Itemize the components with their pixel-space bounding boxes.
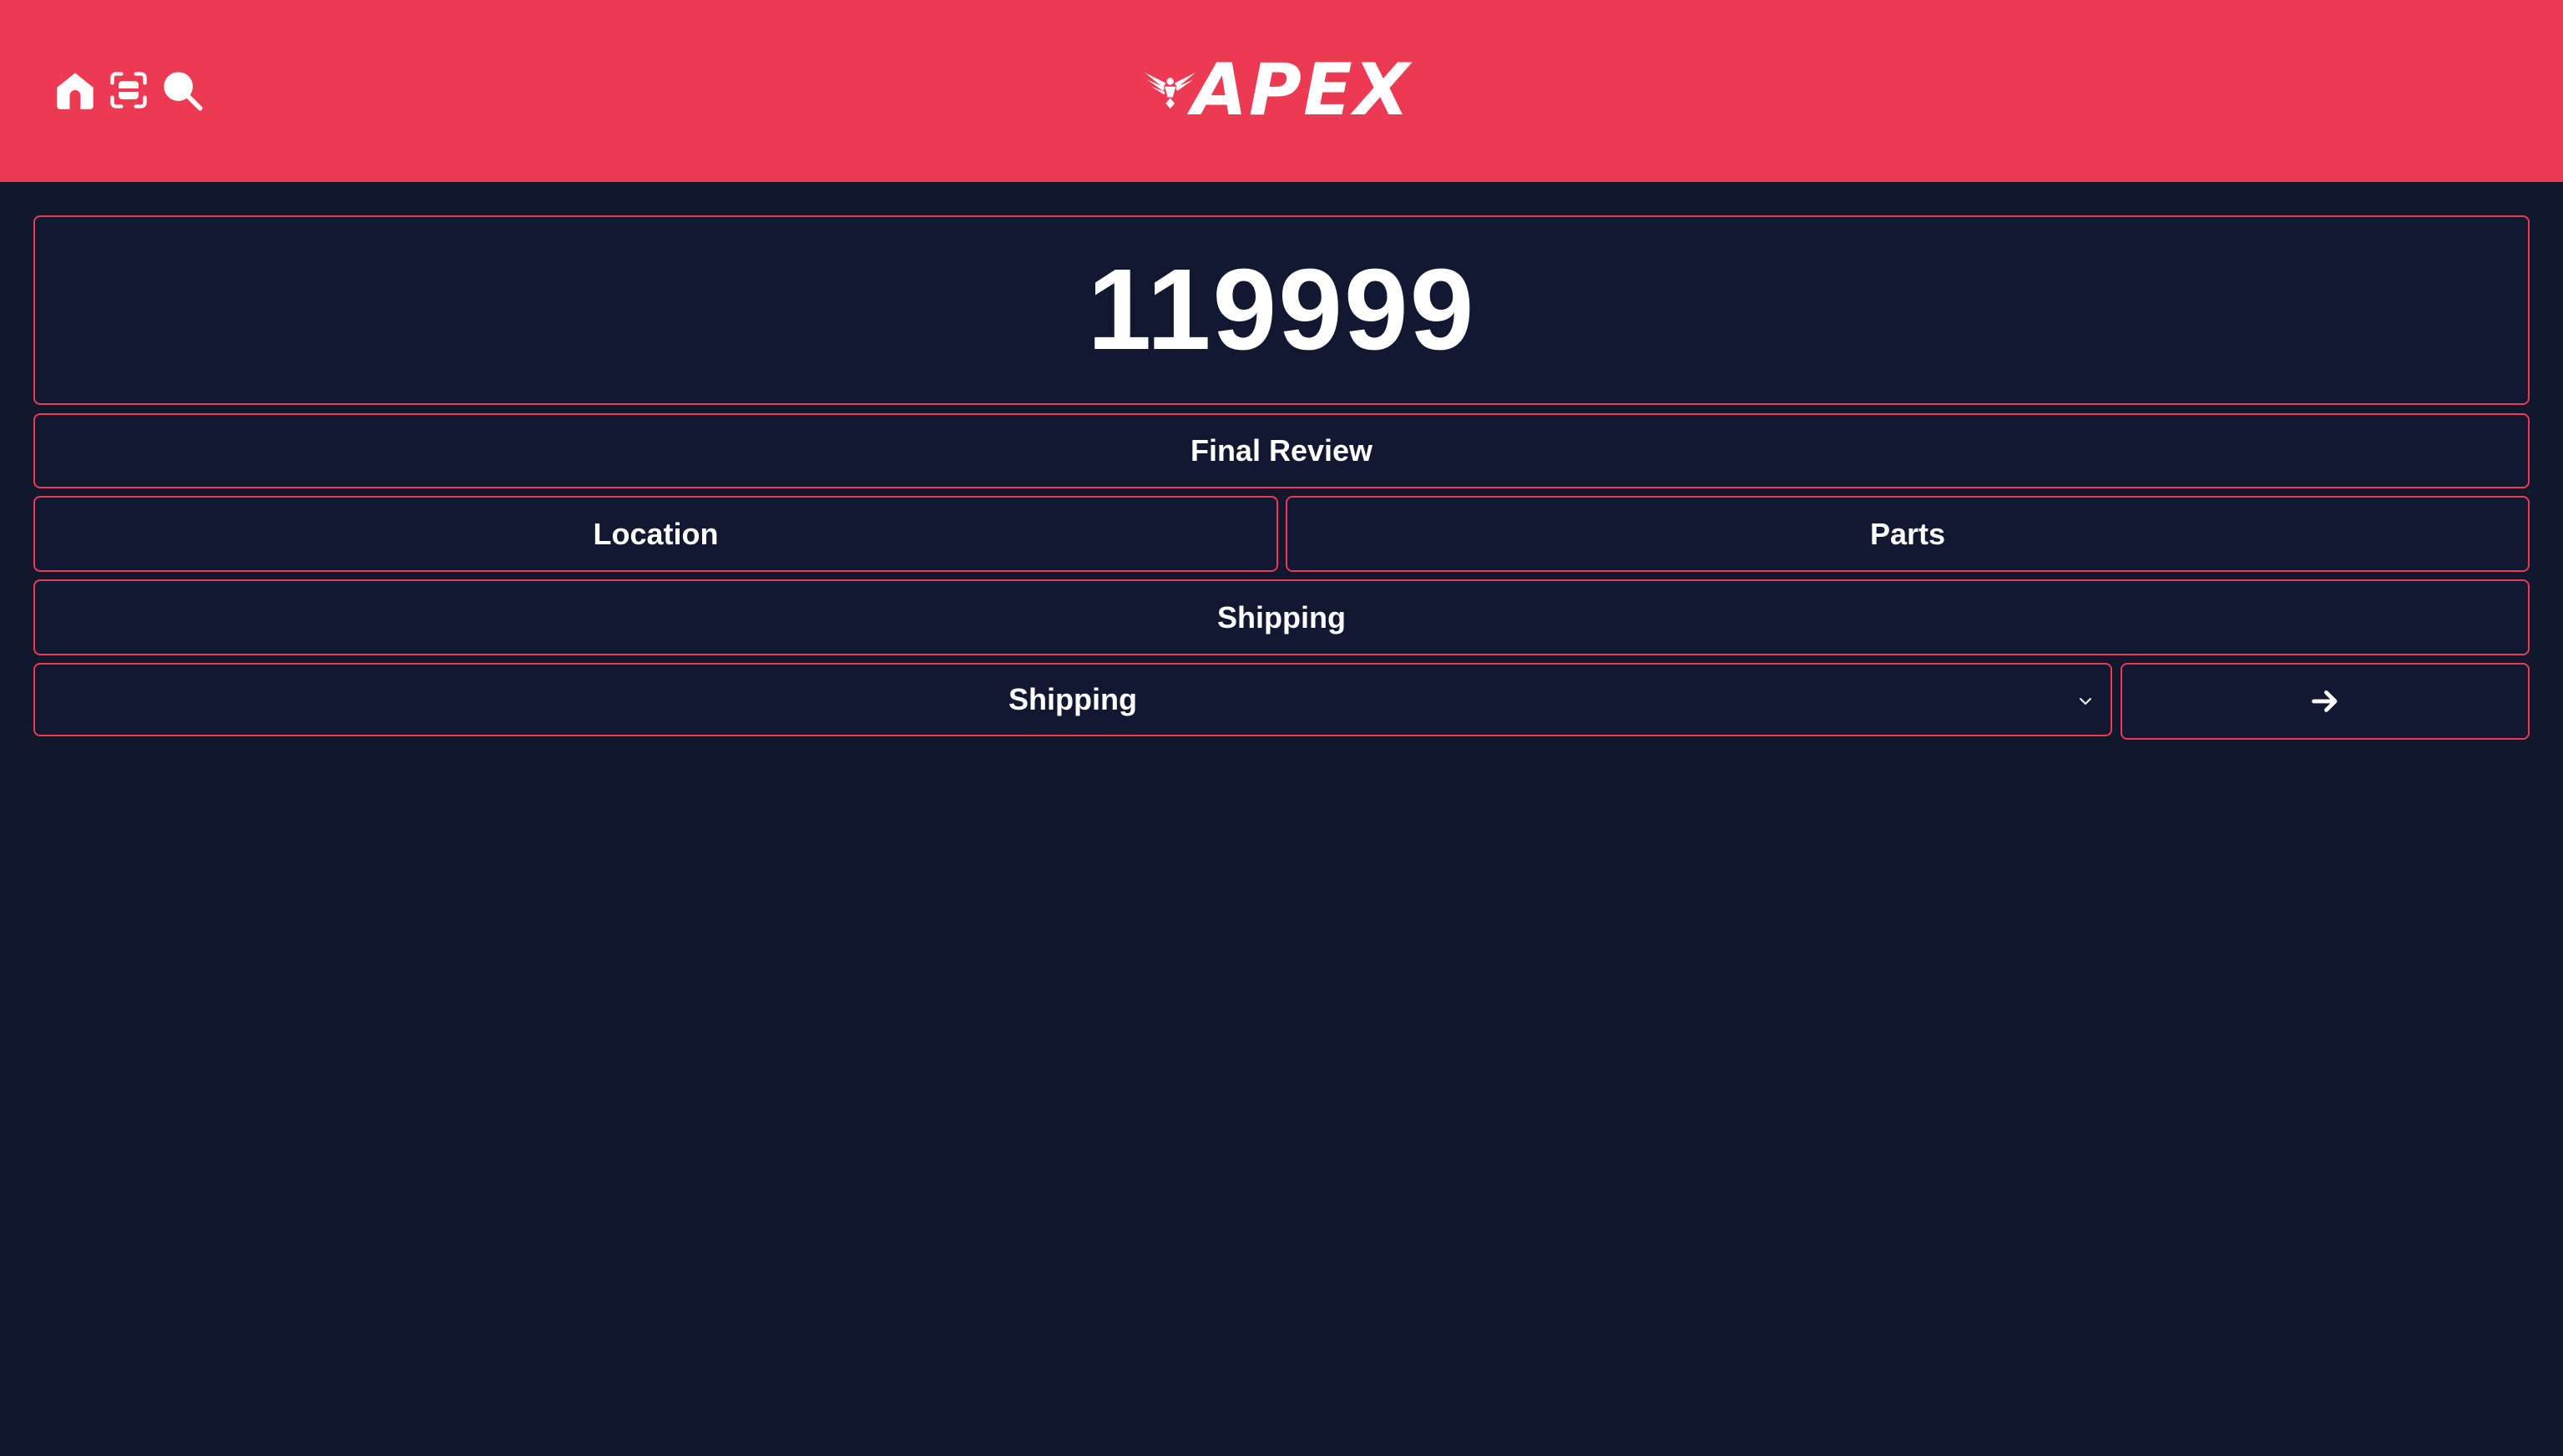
arrow-right-icon (2312, 690, 2338, 712)
eagle-logo-icon (1145, 72, 1196, 109)
order-number: 119999 (33, 215, 2530, 405)
scan-icon[interactable] (105, 67, 152, 114)
status-select[interactable]: Shipping (33, 663, 2112, 736)
nav-icons (52, 67, 205, 114)
chevron-down-icon (2080, 698, 2091, 705)
final-review-button[interactable]: Final Review (33, 413, 2530, 488)
home-icon[interactable] (52, 67, 99, 114)
search-icon[interactable] (159, 67, 205, 114)
submit-status-button[interactable] (2121, 663, 2530, 740)
location-button[interactable]: Location (33, 496, 1278, 572)
logo-text: APEX (1191, 48, 1411, 132)
shipping-button[interactable]: Shipping (33, 579, 2530, 655)
status-select-value: Shipping (1009, 682, 1137, 716)
parts-button[interactable]: Parts (1286, 496, 2530, 572)
app-header: APEX (0, 0, 2563, 182)
apex-logo[interactable]: APEX (1144, 48, 1411, 132)
